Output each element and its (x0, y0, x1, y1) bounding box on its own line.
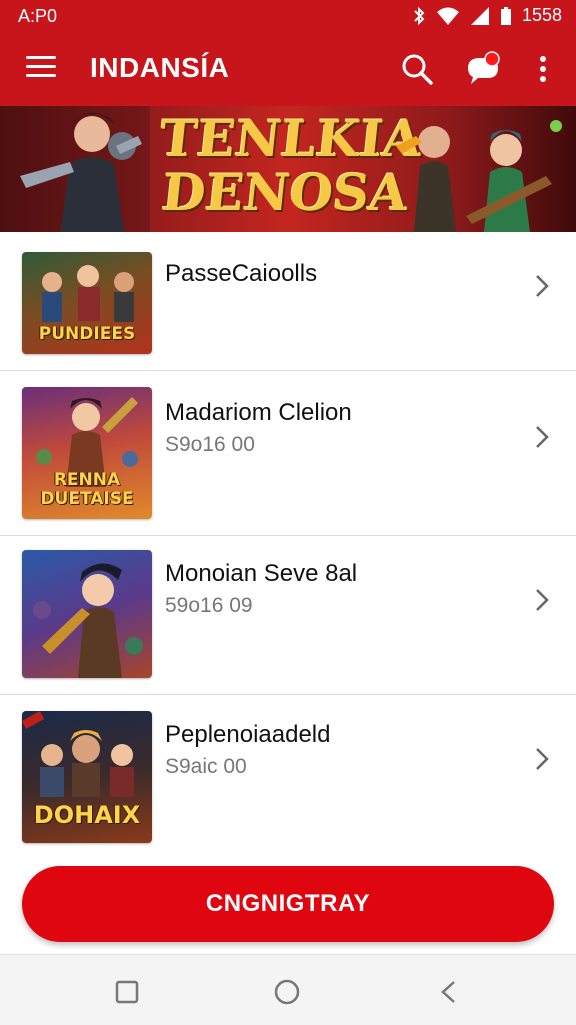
promo-banner[interactable]: TENLKIA DENOSA (0, 106, 576, 232)
thumbnail-title: RENNA DUETAISE (40, 470, 134, 509)
recents-square-icon[interactable] (114, 979, 140, 1005)
chevron-right-icon (536, 426, 549, 448)
wifi-icon (436, 7, 459, 25)
item-title: Peplenoiaadeld (165, 721, 331, 748)
thumbnail-title: PUNDIEES (38, 324, 136, 344)
chevron-right-icon (536, 748, 549, 770)
game-thumbnail: PUNDIEES (22, 252, 152, 354)
search-icon[interactable] (400, 52, 434, 86)
list-item[interactable]: PUNDIEES PasseCaioolls (0, 232, 576, 371)
thumbnail-characters (33, 563, 143, 678)
list-item[interactable]: RENNA DUETAISE Madariom Clelion S9o16 00 (0, 371, 576, 536)
item-title: Monoian Seve 8al (165, 560, 358, 587)
banner-line-2: DENOSA (159, 163, 412, 222)
item-subtitle: S9aic 00 (165, 755, 247, 778)
back-icon[interactable] (436, 979, 462, 1005)
item-title: PasseCaioolls (165, 260, 318, 287)
status-time: A:P0 (18, 6, 58, 26)
game-thumbnail: DOHAIX (22, 711, 152, 843)
signal-icon (470, 6, 489, 25)
app-bar: INDANSÍA (0, 32, 576, 106)
chat-bubble-icon[interactable] (464, 50, 504, 88)
status-clock: 1558 (521, 5, 562, 25)
status-icons: 1558 (412, 5, 562, 26)
bluetooth-icon (414, 6, 425, 25)
hamburger-menu-icon[interactable] (26, 56, 56, 82)
home-circle-icon[interactable] (274, 979, 300, 1005)
item-title: Madariom Clelion (165, 399, 352, 426)
game-list: PUNDIEES PasseCaioolls RENNA DUETAISE Ma… (0, 232, 576, 855)
notification-badge (484, 51, 500, 67)
game-thumbnail (22, 550, 152, 678)
list-item[interactable]: Monoian Seve 8al 59o16 09 (0, 536, 576, 695)
app-title: INDANSÍA (90, 52, 230, 83)
primary-cta-button[interactable]: CNGNIGTRAY (22, 866, 554, 942)
status-bar: A:P0 1558 (0, 0, 576, 32)
chevron-right-icon (536, 589, 549, 611)
hero-left-illustration (0, 106, 150, 232)
battery-icon (500, 6, 511, 25)
list-item[interactable]: DOHAIX Peplenoiaadeld S9aic 00 (0, 695, 576, 855)
game-thumbnail: RENNA DUETAISE (22, 387, 152, 519)
chevron-right-icon (536, 275, 549, 297)
system-nav-bar (0, 954, 576, 1025)
more-vert-icon[interactable] (526, 52, 560, 86)
item-subtitle: 59o16 09 (165, 594, 253, 617)
hero-right-illustration (396, 120, 562, 232)
thumbnail-title: DOHAIX (33, 801, 141, 829)
item-subtitle: S9o16 00 (165, 433, 255, 456)
